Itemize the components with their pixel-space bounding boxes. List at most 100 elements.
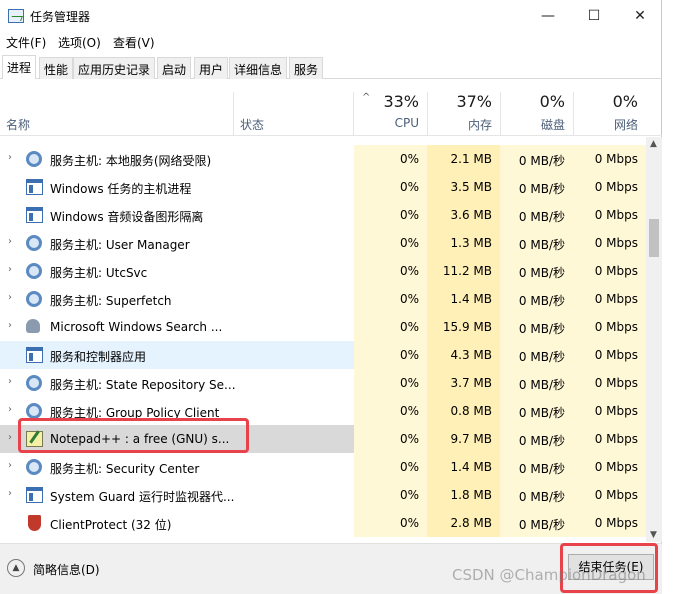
column-disk[interactable]: 0% 磁盘: [500, 80, 573, 136]
memory-value: 1.8 MB: [450, 488, 492, 502]
column-status[interactable]: 状态: [240, 116, 264, 133]
memory-value: 3.6 MB: [450, 208, 492, 222]
memory-value: 1.4 MB: [450, 292, 492, 306]
column-name[interactable]: 名称: [6, 116, 30, 133]
memory-label: 内存: [467, 118, 492, 132]
tab-details[interactable]: 详细信息: [229, 57, 288, 79]
cpu-value: 0%: [399, 152, 419, 166]
memory-value: 0.8 MB: [450, 404, 492, 418]
disk-value: 0 MB/秒: [518, 378, 565, 392]
chevron-right-icon[interactable]: ›: [8, 292, 12, 303]
minimize-button[interactable]: —: [525, 0, 571, 32]
tab-processes[interactable]: 进程: [2, 55, 37, 79]
maximize-button[interactable]: ☐: [571, 0, 617, 32]
fewer-details-link[interactable]: 简略信息(D): [33, 561, 100, 578]
vertical-scrollbar[interactable]: ▲ ▼: [646, 137, 662, 542]
menu-options[interactable]: 选项(O): [58, 34, 101, 51]
tab-services[interactable]: 服务: [289, 57, 324, 79]
chevron-right-icon[interactable]: ›: [8, 432, 12, 443]
process-row[interactable]: › Notepad++ : a free (GNU) s... 0% 9.7 MB 0 …: [0, 425, 646, 453]
process-row[interactable]: › 服务主机: Superfetch 0% 1.4 MB 0 MB/秒 0 Mbps: [0, 285, 646, 313]
process-name: 服务主机: Group Policy Client: [50, 406, 220, 420]
disk-total: 0%: [539, 92, 565, 111]
menu-file[interactable]: 文件(F): [6, 34, 46, 51]
process-name: ClientProtect (32 位): [50, 518, 172, 532]
cpu-value: 0%: [399, 432, 419, 446]
process-name: 服务和控制器应用: [50, 350, 147, 364]
process-row[interactable]: Windows 任务的主机进程 0% 3.5 MB 0 MB/秒 0 Mbps: [0, 173, 646, 201]
window-title: 任务管理器: [30, 10, 91, 24]
task-manager-window: 任务管理器 — ☐ ✕ 文件(F) 选项(O) 查看(V) 进程 性能 应用历史…: [0, 0, 662, 594]
tab-performance[interactable]: 性能: [39, 57, 74, 79]
disk-value: 0 MB/秒: [518, 518, 565, 532]
process-row[interactable]: Windows 音频设备图形隔离 0% 3.6 MB 0 MB/秒 0 Mbps: [0, 201, 646, 229]
network-value: 0 Mbps: [594, 432, 638, 446]
title-bar: 任务管理器 — ☐ ✕: [0, 0, 662, 32]
process-row[interactable]: › 服务主机: Group Policy Client 0% 0.8 MB 0 MB/秒…: [0, 397, 646, 425]
column-divider[interactable]: [233, 92, 234, 136]
process-list: › 服务主机: 本地服务(网络受限) 0% 2.1 MB 0 MB/秒 0 Mbps Win…: [0, 137, 646, 542]
window-icon: [26, 487, 43, 503]
tab-users[interactable]: 用户: [194, 57, 229, 79]
network-value: 0 Mbps: [594, 264, 638, 278]
chevron-right-icon[interactable]: ›: [8, 152, 12, 163]
chevron-up-icon[interactable]: ▲: [7, 559, 25, 577]
cpu-total: 33%: [383, 92, 419, 111]
cpu-value: 0%: [399, 516, 419, 530]
close-button[interactable]: ✕: [617, 0, 663, 32]
column-network[interactable]: 0% 网络: [573, 80, 646, 136]
process-row[interactable]: › Microsoft Windows Search ... 0% 15.9 MB 0 …: [0, 313, 646, 341]
process-name: 服务主机: State Repository Se...: [50, 378, 236, 392]
scroll-thumb[interactable]: [649, 219, 659, 257]
disk-value: 0 MB/秒: [518, 154, 565, 168]
chevron-right-icon[interactable]: ›: [8, 376, 12, 387]
chevron-right-icon[interactable]: ›: [8, 488, 12, 499]
process-name: 服务主机: UtcSvc: [50, 266, 148, 280]
network-value: 0 Mbps: [594, 404, 638, 418]
notepad-icon: [26, 431, 43, 447]
process-row[interactable]: › 服务主机: User Manager 0% 1.3 MB 0 MB/秒 0 Mbps: [0, 229, 646, 257]
disk-value: 0 MB/秒: [518, 210, 565, 224]
gear-icon: [26, 403, 42, 419]
process-row[interactable]: › 服务主机: 本地服务(网络受限) 0% 2.1 MB 0 MB/秒 0 Mbps: [0, 145, 646, 173]
cpu-value: 0%: [399, 292, 419, 306]
disk-value: 0 MB/秒: [518, 406, 565, 420]
gear-icon: [26, 291, 42, 307]
network-value: 0 Mbps: [594, 516, 638, 530]
process-name: 服务主机: Superfetch: [50, 294, 172, 308]
cpu-value: 0%: [399, 460, 419, 474]
memory-value: 3.5 MB: [450, 180, 492, 194]
chevron-right-icon[interactable]: ›: [8, 236, 12, 247]
column-cpu[interactable]: ^ 33% CPU: [354, 80, 427, 136]
tab-app-history[interactable]: 应用历史记录: [73, 57, 156, 79]
process-name: System Guard 运行时监视器代...: [50, 490, 235, 504]
chevron-right-icon[interactable]: ›: [8, 264, 12, 275]
tab-startup[interactable]: 启动: [157, 57, 192, 79]
window-icon: [26, 207, 43, 223]
chevron-right-icon[interactable]: ›: [8, 320, 12, 331]
gear-icon: [26, 263, 42, 279]
menu-view[interactable]: 查看(V): [113, 34, 155, 51]
gear-icon: [26, 235, 42, 251]
network-value: 0 Mbps: [594, 180, 638, 194]
chevron-right-icon[interactable]: ›: [8, 460, 12, 471]
memory-value: 11.2 MB: [442, 264, 492, 278]
cpu-value: 0%: [399, 208, 419, 222]
process-row[interactable]: › 服务主机: UtcSvc 0% 11.2 MB 0 MB/秒 0 Mbps: [0, 257, 646, 285]
process-row[interactable]: › 服务主机: Security Center 0% 1.4 MB 0 MB/秒 0 Mb…: [0, 453, 646, 481]
disk-value: 0 MB/秒: [518, 322, 565, 336]
network-value: 0 Mbps: [594, 236, 638, 250]
memory-value: 9.7 MB: [450, 432, 492, 446]
scroll-down-icon[interactable]: ▼: [650, 530, 657, 540]
process-row[interactable]: › 服务主机: State Repository Se... 0% 3.7 MB 0 M…: [0, 369, 646, 397]
process-name: 服务主机: 本地服务(网络受限): [50, 154, 212, 168]
process-row[interactable]: 服务和控制器应用 0% 4.3 MB 0 MB/秒 0 Mbps: [0, 341, 646, 369]
process-row[interactable]: ClientProtect (32 位) 0% 2.8 MB 0 MB/秒 0 Mbps: [0, 509, 646, 537]
process-row[interactable]: › System Guard 运行时监视器代... 0% 1.8 MB 0 MB/秒 0 …: [0, 481, 646, 509]
chevron-right-icon[interactable]: ›: [8, 404, 12, 415]
sort-up-icon: ^: [362, 92, 371, 103]
column-memory[interactable]: 37% 内存: [427, 80, 500, 136]
column-header: 名称 状态 ^ 33% CPU 37% 内存 0% 磁盘 0% 网络: [0, 80, 662, 136]
scroll-up-icon[interactable]: ▲: [650, 139, 657, 149]
disk-value: 0 MB/秒: [518, 434, 565, 448]
